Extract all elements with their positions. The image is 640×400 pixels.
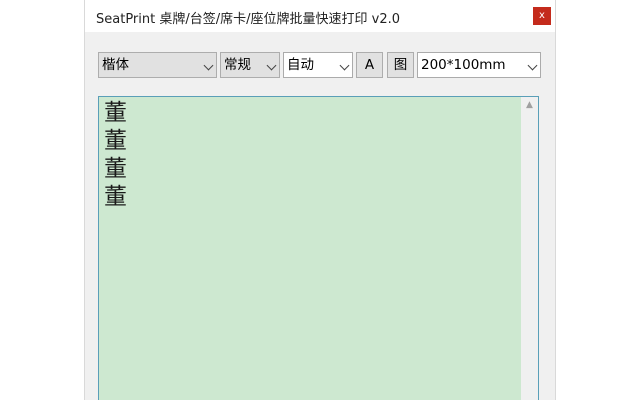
font-style-value: 常规 (224, 57, 251, 73)
layout-mode-select[interactable]: 自动 (283, 52, 353, 78)
vertical-scrollbar[interactable]: ▲ (521, 97, 538, 400)
layout-mode-value: 自动 (287, 57, 314, 73)
chevron-down-icon (527, 60, 538, 71)
font-button[interactable]: A (356, 52, 383, 78)
app-window: SeatPrint 桌牌/台签/席卡/座位牌批量快速打印 v2.0 x 楷体 常… (84, 0, 556, 400)
window-title: SeatPrint 桌牌/台签/席卡/座位牌批量快速打印 v2.0 (96, 12, 400, 27)
chevron-down-icon (203, 60, 214, 71)
close-button[interactable]: x (533, 7, 551, 25)
scroll-up-icon[interactable]: ▲ (521, 97, 538, 114)
paper-size-select[interactable]: 200*100mm (417, 52, 541, 78)
editor-content[interactable]: 董 董 董 董 (104, 99, 127, 211)
font-family-value: 楷体 (102, 57, 129, 73)
font-style-select[interactable]: 常规 (220, 52, 280, 78)
image-button[interactable]: 图 (387, 52, 414, 78)
font-family-select[interactable]: 楷体 (98, 52, 217, 78)
text-editor[interactable]: 董 董 董 董 ▲ (98, 96, 539, 400)
title-bar: SeatPrint 桌牌/台签/席卡/座位牌批量快速打印 v2.0 x (85, 0, 555, 32)
chevron-down-icon (339, 60, 350, 71)
chevron-down-icon (266, 60, 277, 71)
toolbar: 楷体 常规 自动 A 图 200*100mm (98, 52, 544, 80)
paper-size-value: 200*100mm (421, 57, 506, 73)
